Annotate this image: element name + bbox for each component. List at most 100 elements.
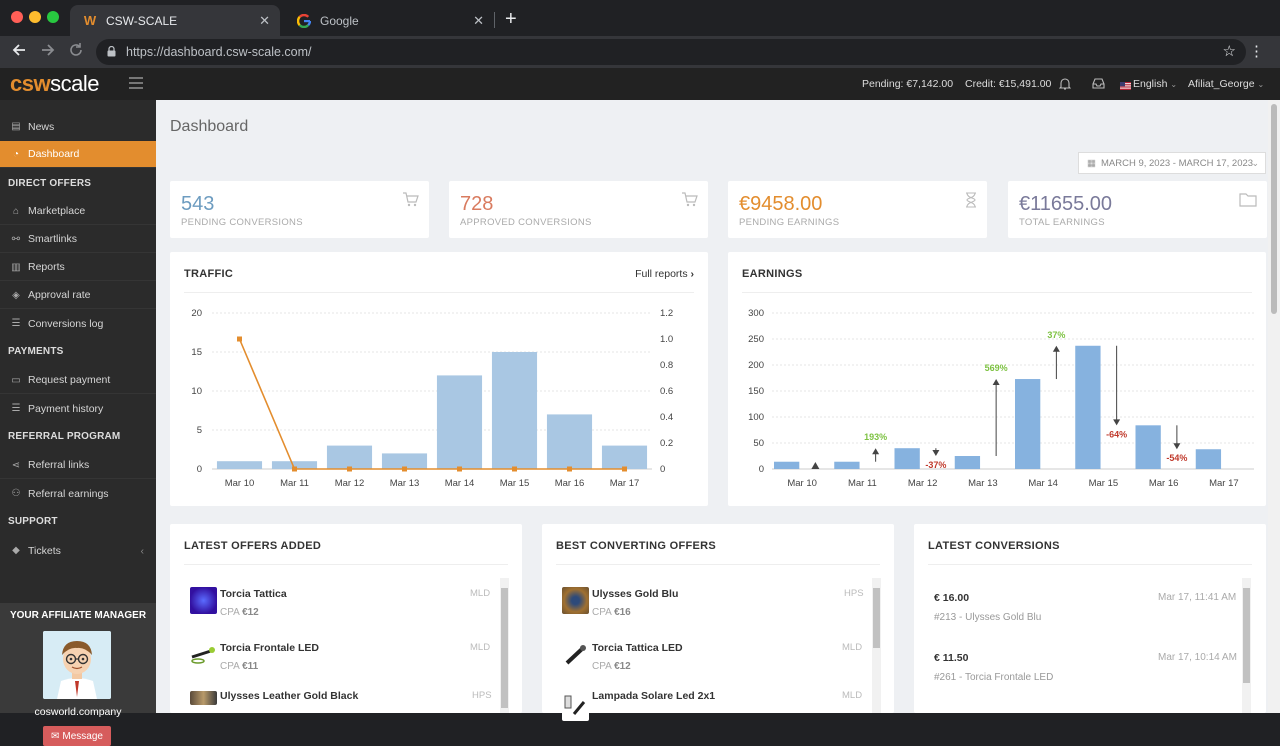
sidebar-item-referral-earnings[interactable]: ⚇ Referral earnings (0, 480, 156, 507)
date-range-picker[interactable]: ▦ MARCH 9, 2023 - MARCH 17, 2023 ⌄ (1078, 152, 1266, 174)
offer-name: Torcia Frontale LED (220, 642, 319, 654)
offer-cpa: CPA €12 (592, 661, 631, 672)
sidebar-item-marketplace[interactable]: ⌂ Marketplace (0, 198, 156, 225)
page-scrollbar[interactable] (1268, 100, 1280, 713)
y-tick-label: 10 (191, 386, 202, 397)
sidebar-item-referral-links[interactable]: ⋖ Referral links (0, 452, 156, 479)
minimize-window-button[interactable] (29, 11, 41, 23)
tab-label: CSW-SCALE (106, 13, 178, 28)
reload-icon[interactable] (68, 42, 84, 63)
earnings-bar (954, 456, 981, 469)
url-input[interactable]: https://dashboard.csw-scale.com/ (96, 39, 1246, 65)
x-tick-label: Mar 15 (500, 478, 530, 489)
y2-tick-label: 0 (660, 464, 665, 475)
list-item[interactable]: Lampada Solare Led 2x1 MLD (562, 690, 863, 741)
sidebar-item-news[interactable]: ▤ News (0, 113, 156, 140)
offer-name: Ulysses Leather Gold Black (220, 690, 359, 702)
x-tick-label: Mar 10 (225, 478, 255, 489)
tab-google[interactable]: Google ✕ (284, 5, 494, 36)
offer-geo: HPS (472, 690, 492, 701)
us-flag-icon (1120, 79, 1131, 93)
hamburger-menu-icon[interactable] (129, 77, 143, 92)
y-tick-label: 150 (748, 386, 764, 397)
user-money-icon: ⚇ (11, 488, 21, 499)
sidebar-item-tickets[interactable]: ◆ Tickets ‹ (0, 537, 156, 564)
change-arrow-icon (872, 448, 880, 455)
language-selector[interactable]: English ⌄ (1133, 78, 1177, 90)
message-manager-button[interactable]: ✉ Message (43, 726, 111, 746)
offer-thumbnail (190, 691, 217, 705)
x-tick-label: Mar 10 (787, 478, 817, 489)
y-tick-label: 5 (197, 425, 202, 436)
best-offers-scrollbar-thumb[interactable] (873, 588, 880, 648)
address-bar: https://dashboard.csw-scale.com/ ☆ ⋮ (0, 36, 1280, 68)
sidebar-item-label: Conversions log (28, 317, 104, 330)
shopping-bag-icon: ⌂ (12, 205, 20, 217)
sidebar-item-reports[interactable]: ▥ Reports (0, 254, 156, 281)
best-offers-scrollbar[interactable] (872, 578, 881, 713)
list-item[interactable]: Ulysses Leather Gold Black HPS (190, 690, 492, 741)
forward-arrow-icon[interactable] (40, 42, 56, 63)
stat-value: 543 (181, 193, 215, 215)
stat-label: TOTAL EARNINGS (1019, 217, 1105, 228)
main-content: Dashboard ▦ MARCH 9, 2023 - MARCH 17, 20… (156, 100, 1268, 721)
y-tick-label: 0 (759, 464, 764, 475)
sidebar-item-label: Tickets (28, 544, 61, 557)
list-icon: ☰ (11, 403, 21, 414)
offer-geo: MLD (842, 690, 863, 701)
conversion-description: #213 - Ulysses Gold Blu (934, 612, 1042, 623)
close-tab-icon[interactable]: ✕ (473, 13, 484, 29)
y-tick-label: 100 (748, 412, 764, 423)
dashboard-icon: ◔ (12, 148, 20, 160)
section-heading-payments: PAYMENTS (8, 346, 64, 357)
conversion-amount: € 11.50 (934, 652, 969, 664)
sidebar-item-label: Dashboard (28, 148, 80, 160)
inbox-icon[interactable] (1092, 77, 1105, 92)
browser-menu-icon[interactable]: ⋮ (1249, 42, 1264, 60)
conversions-scrollbar[interactable] (1242, 578, 1251, 713)
list-item[interactable]: Torcia Frontale LED CPA €11 MLD (190, 638, 490, 688)
list-item[interactable]: Torcia Tattica CPA €12 MLD (190, 584, 490, 634)
change-arrow-icon (1052, 345, 1060, 352)
offer-name: Torcia Tattica LED (592, 642, 683, 654)
tab-csw-scale[interactable]: W CSW-SCALE ✕ (70, 5, 280, 36)
back-arrow-icon[interactable] (11, 42, 27, 63)
conversion-date: Mar 17, 11:41 AM (1158, 592, 1237, 603)
list-item[interactable]: Ulysses Gold Blu CPA €16 HPS (562, 584, 864, 634)
sidebar-item-dashboard[interactable]: ◔ Dashboard (0, 141, 156, 168)
sidebar-item-payment-history[interactable]: ☰ Payment history (0, 395, 156, 422)
page-scrollbar-thumb[interactable] (1271, 104, 1277, 314)
close-window-button[interactable] (11, 11, 23, 23)
conversions-scrollbar-thumb[interactable] (1243, 588, 1250, 683)
traffic-bar (546, 414, 593, 469)
offers-scrollbar-thumb[interactable] (501, 588, 508, 708)
list-item[interactable]: Torcia Tattica LED CPA €12 MLD (562, 638, 862, 688)
zoom-window-button[interactable] (47, 11, 59, 23)
manager-name: cosworld.company (34, 706, 122, 718)
cpa-value: €12 (242, 607, 259, 618)
chevron-down-icon: ⌄ (1251, 157, 1259, 168)
close-tab-icon[interactable]: ✕ (259, 13, 270, 29)
conversion-date: Mar 17, 10:14 AM (1158, 652, 1237, 663)
latest-conversions-panel: LATEST CONVERSIONS € 16.00 Mar 17, 11:41… (914, 524, 1266, 713)
y-tick-label: 50 (753, 438, 764, 449)
new-tab-plus-icon[interactable]: + (505, 8, 517, 31)
bookmark-star-icon[interactable]: ☆ (1223, 42, 1236, 60)
x-tick-label: Mar 11 (280, 478, 309, 489)
stat-label: PENDING EARNINGS (739, 217, 840, 228)
stat-label: PENDING CONVERSIONS (181, 217, 303, 228)
sidebar-item-approval-rate[interactable]: ◈ Approval rate (0, 282, 156, 309)
cpa-label: CPA (220, 607, 240, 618)
sidebar-item-conversions-log[interactable]: ☰ Conversions log (0, 310, 156, 337)
sidebar-item-request-payment[interactable]: ▭ Request payment (0, 367, 156, 394)
sidebar-item-smartlinks[interactable]: ⚯ Smartlinks (0, 226, 156, 253)
user-menu[interactable]: Afiliat_George ⌄ (1188, 78, 1264, 90)
offer-thumbnail (562, 587, 589, 614)
google-favicon-icon (296, 13, 312, 29)
message-button-label: Message (62, 730, 103, 742)
offers-scrollbar[interactable] (500, 578, 509, 713)
hourglass-icon (965, 192, 977, 212)
bell-icon[interactable] (1058, 77, 1072, 93)
section-heading-referral-program: REFERRAL PROGRAM (8, 431, 121, 442)
csw-scale-logo[interactable]: cswscale (10, 71, 99, 97)
